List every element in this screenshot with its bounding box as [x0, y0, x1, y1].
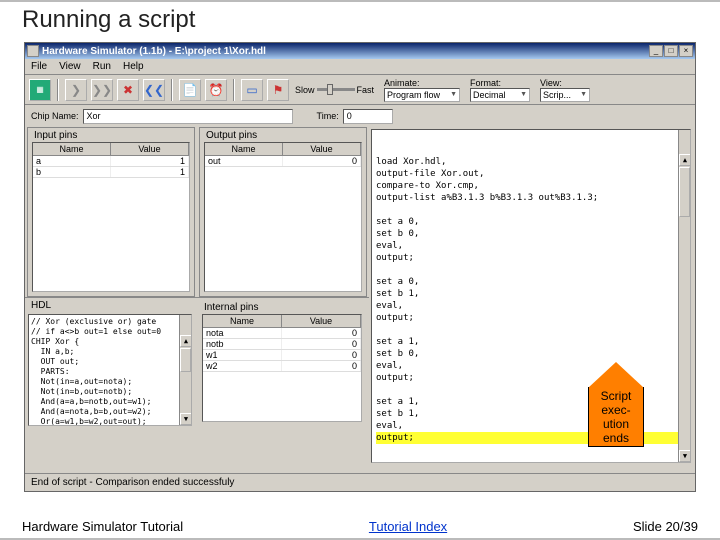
input-pins-table[interactable]: NameValue a1b1 [32, 142, 190, 292]
callout-arrow: Script exec-ution ends [577, 362, 655, 447]
app-icon [27, 45, 39, 57]
time-label: Time: [317, 111, 339, 121]
time-field: 0 [343, 109, 393, 124]
status-bar: End of script - Comparison ended success… [25, 473, 695, 491]
view-select[interactable]: Scrip...▼ [540, 88, 590, 102]
chip-icon[interactable]: ▦ [29, 79, 51, 101]
slide-title: Running a script [0, 2, 720, 40]
footer-right: Slide 20/39 [633, 519, 698, 534]
stop-icon[interactable]: ✖ [117, 79, 139, 101]
script-line: set a 1, [376, 336, 686, 348]
close-button[interactable]: × [679, 45, 693, 57]
hdl-scrollbar[interactable]: ▲▼ [179, 315, 191, 425]
hdl-text[interactable]: // Xor (exclusive or) gate // if a<>b ou… [28, 314, 192, 426]
output-pins-pane: Output pins NameValue out0 [199, 127, 367, 297]
table-row[interactable]: out0 [205, 156, 361, 167]
hdl-label: HDL [25, 298, 195, 312]
script-line [376, 324, 686, 336]
script-line: set a 0, [376, 276, 686, 288]
menu-file[interactable]: File [31, 61, 47, 72]
flag-icon[interactable]: ⚑ [267, 79, 289, 101]
window-title: Hardware Simulator (1.1b) - E:\project 1… [42, 46, 649, 57]
speed-slider[interactable]: Slow Fast [295, 85, 374, 95]
chip-name-label: Chip Name: [31, 111, 79, 121]
menu-view[interactable]: View [59, 61, 81, 72]
chip-info-row: Chip Name: Xor Time: 0 [25, 105, 695, 127]
menu-run[interactable]: Run [93, 61, 111, 72]
app-window: Hardware Simulator (1.1b) - E:\project 1… [24, 42, 696, 492]
script-line [376, 204, 686, 216]
callout-text: Script exec-ution ends [591, 389, 641, 445]
animate-select[interactable]: Program flow▼ [384, 88, 460, 102]
script-line: set b 1, [376, 288, 686, 300]
toolbar: ▦ ❯ ❯❯ ✖ ❮❮ 📄 ⏰ ▭ ⚑ Slow Fast Animate: P… [25, 75, 695, 105]
script-line: compare-to Xor.cmp, [376, 180, 686, 192]
internal-pins-label: Internal pins [198, 300, 366, 314]
internal-pins-table[interactable]: NameValue nota0notb0w10w20 [202, 314, 362, 422]
view-label: View: [540, 78, 590, 88]
animate-label: Animate: [384, 78, 460, 88]
format-select[interactable]: Decimal▼ [470, 88, 530, 102]
table-row[interactable]: b1 [33, 167, 189, 178]
fast-label: Fast [357, 85, 375, 95]
table-row[interactable]: nota0 [203, 328, 361, 339]
table-row[interactable]: w10 [203, 350, 361, 361]
script-line: set b 0, [376, 228, 686, 240]
minimize-button[interactable]: _ [649, 45, 663, 57]
output-pins-table[interactable]: NameValue out0 [204, 142, 362, 292]
table-row[interactable]: w20 [203, 361, 361, 372]
clock-icon[interactable]: ⏰ [205, 79, 227, 101]
screen-icon[interactable]: ▭ [241, 79, 263, 101]
script-line: output-list a%B3.1.3 b%B3.1.3 out%B3.1.3… [376, 192, 686, 204]
script-line: output; [376, 252, 686, 264]
chip-name-field[interactable]: Xor [83, 109, 293, 124]
table-row[interactable]: notb0 [203, 339, 361, 350]
step-icon[interactable]: ❯ [65, 79, 87, 101]
script-line: eval, [376, 300, 686, 312]
run-icon[interactable]: ❯❯ [91, 79, 113, 101]
table-row[interactable]: a1 [33, 156, 189, 167]
slow-label: Slow [295, 85, 315, 95]
footer-left: Hardware Simulator Tutorial [22, 519, 183, 534]
output-pins-label: Output pins [200, 128, 366, 142]
tutorial-index-link[interactable]: Tutorial Index [369, 519, 447, 534]
script-line: eval, [376, 240, 686, 252]
titlebar: Hardware Simulator (1.1b) - E:\project 1… [25, 43, 695, 59]
script-line: output; [376, 312, 686, 324]
maximize-button[interactable]: □ [664, 45, 678, 57]
input-pins-pane: Input pins NameValue a1b1 [27, 127, 195, 297]
format-label: Format: [470, 78, 530, 88]
script-line: output-file Xor.out, [376, 168, 686, 180]
menubar: File View Run Help [25, 59, 695, 75]
menu-help[interactable]: Help [123, 61, 144, 72]
script-scrollbar[interactable]: ▲▼ [678, 130, 690, 462]
script-line: set b 0, [376, 348, 686, 360]
script-line: load Xor.hdl, [376, 156, 686, 168]
load-icon[interactable]: 📄 [179, 79, 201, 101]
rewind-icon[interactable]: ❮❮ [143, 79, 165, 101]
script-line [376, 264, 686, 276]
script-line: set a 0, [376, 216, 686, 228]
input-pins-label: Input pins [28, 128, 194, 142]
